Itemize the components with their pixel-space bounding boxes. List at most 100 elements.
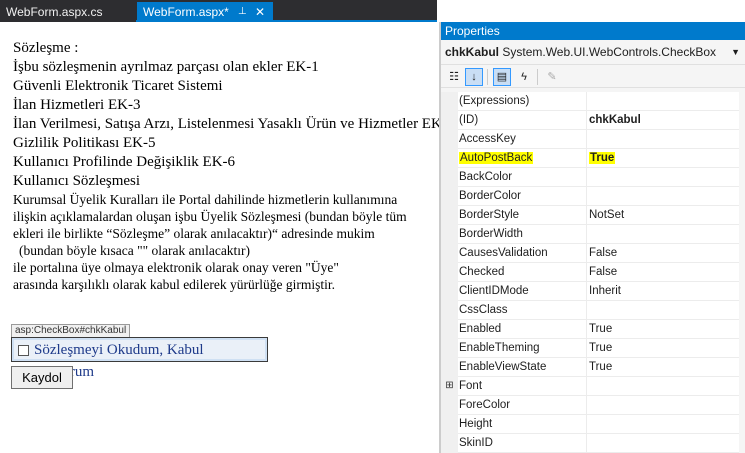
tab-webform-cs[interactable]: WebForm.aspx.cs	[0, 2, 136, 22]
events-icon[interactable]: ϟ	[515, 68, 533, 86]
property-row[interactable]: EnableViewState True	[441, 358, 745, 377]
toolbar-separator	[537, 69, 538, 85]
property-row-font[interactable]: ⊞ Font	[441, 377, 745, 396]
property-row[interactable]: (ID) chkKabul	[441, 111, 745, 130]
row-gutter	[441, 301, 458, 320]
row-gutter	[441, 225, 458, 244]
property-grid-scrollbar[interactable]	[739, 92, 745, 453]
property-name: CssClass	[459, 301, 587, 320]
designer-surface[interactable]: Sözleşme : İşbu sözleşmenin ayrılmaz par…	[0, 22, 440, 453]
property-name: BorderStyle	[459, 206, 587, 225]
property-name: ForeColor	[459, 396, 587, 415]
property-name: Height	[459, 415, 587, 434]
property-row[interactable]: SkinID	[441, 434, 745, 453]
row-gutter	[441, 187, 458, 206]
row-gutter	[441, 358, 458, 377]
text-line: Kurumsal Üyelik Kuralları ile Portal dah…	[13, 192, 398, 207]
text-line: Güvenli Elektronik Ticaret Sistemi	[13, 78, 223, 94]
property-value[interactable]: True	[589, 358, 739, 377]
property-value[interactable]	[589, 187, 739, 206]
property-value[interactable]: Inherit	[589, 282, 739, 301]
row-gutter	[441, 149, 458, 168]
text-line: İşbu sözleşmenin ayrılmaz parçası olan e…	[13, 59, 319, 75]
property-value[interactable]	[589, 415, 739, 434]
property-value[interactable]	[589, 225, 739, 244]
property-row[interactable]: ForeColor	[441, 396, 745, 415]
row-gutter	[441, 111, 458, 130]
toolbar-separator	[487, 69, 488, 85]
text-line: İlan Hizmetleri EK-3	[13, 97, 141, 113]
property-row[interactable]: BackColor	[441, 168, 745, 187]
property-name: BackColor	[459, 168, 587, 187]
property-name: Checked	[459, 263, 587, 282]
property-value[interactable]	[589, 434, 739, 453]
row-gutter	[441, 339, 458, 358]
text-line: (bundan böyle kısaca "" olarak anılacakt…	[19, 243, 251, 258]
property-row[interactable]: AccessKey	[441, 130, 745, 149]
document-text: Sözleşme : İşbu sözleşmenin ayrılmaz par…	[13, 39, 439, 293]
text-line: ekleri ile birlikte “Sözleşme” olarak an…	[13, 226, 375, 241]
object-name: chkKabul	[445, 45, 500, 59]
property-row[interactable]: BorderWidth	[441, 225, 745, 244]
kaydol-button[interactable]: Kaydol	[11, 366, 73, 389]
property-value[interactable]	[589, 168, 739, 187]
kabul-checkbox[interactable]: Sözleşmeyi Okudum, Kabul Ediyorum	[11, 337, 268, 380]
property-value[interactable]: False	[589, 263, 739, 282]
property-row[interactable]: Height	[441, 415, 745, 434]
property-pages-icon[interactable]: ✎	[543, 68, 561, 86]
property-value[interactable]	[589, 396, 739, 415]
property-name: BorderColor	[459, 187, 587, 206]
properties-title-bar: Properties	[441, 22, 745, 40]
text-line: arasında karşılıklı olarak kabul edilere…	[13, 277, 336, 292]
expand-plus-icon[interactable]: ⊞	[441, 377, 458, 396]
object-selector[interactable]: chkKabul System.Web.UI.WebControls.Check…	[441, 42, 745, 62]
property-name: ClientIDMode	[459, 282, 587, 301]
property-name: CausesValidation	[459, 244, 587, 263]
tab-webform-aspx[interactable]: WebForm.aspx* ⊥ ✕	[137, 2, 273, 22]
property-row[interactable]: ClientIDMode Inherit	[441, 282, 745, 301]
property-value[interactable]: True	[589, 149, 739, 168]
property-value[interactable]: NotSet	[589, 206, 739, 225]
property-row[interactable]: EnableTheming True	[441, 339, 745, 358]
property-value[interactable]	[589, 301, 739, 320]
property-row[interactable]: CausesValidation False	[441, 244, 745, 263]
property-name: EnableViewState	[459, 358, 587, 377]
property-value[interactable]: True	[589, 320, 739, 339]
text-line: ile portalına üye olmaya elektronik olar…	[13, 260, 339, 275]
tab-label: WebForm.aspx*	[143, 5, 229, 19]
property-row[interactable]: CssClass	[441, 301, 745, 320]
chevron-down-icon[interactable]: ▼	[731, 42, 740, 62]
property-grid: (Expressions) (ID) chkKabul AccessKey Au…	[441, 92, 745, 453]
close-icon[interactable]: ✕	[255, 2, 265, 22]
property-name: Font	[459, 377, 587, 396]
property-value[interactable]: True	[589, 339, 739, 358]
property-row-autopostback[interactable]: AutoPostBack True	[441, 149, 745, 168]
alphabetical-icon[interactable]: ↓	[465, 68, 483, 86]
property-row[interactable]: BorderColor	[441, 187, 745, 206]
properties-icon[interactable]: ▤	[493, 68, 511, 86]
property-name: Enabled	[459, 320, 587, 339]
property-value[interactable]: chkKabul	[589, 111, 739, 130]
pin-icon[interactable]: ⊥	[238, 2, 247, 22]
property-value[interactable]: False	[589, 244, 739, 263]
property-row[interactable]: Enabled True	[441, 320, 745, 339]
property-value[interactable]	[589, 377, 739, 396]
property-name: EnableTheming	[459, 339, 587, 358]
categorized-icon[interactable]: ☷	[445, 68, 463, 86]
text-line: Kullanıcı Profilinde Değişiklik EK-6	[13, 154, 236, 170]
highlighted-value: True	[589, 152, 616, 164]
property-name: (ID)	[459, 111, 587, 130]
row-gutter	[441, 92, 458, 111]
row-gutter	[441, 206, 458, 225]
property-value[interactable]	[589, 92, 739, 111]
property-row[interactable]: BorderStyle NotSet	[441, 206, 745, 225]
checkbox-square-icon[interactable]	[18, 345, 29, 356]
property-value[interactable]	[589, 130, 739, 149]
property-row[interactable]: Checked False	[441, 263, 745, 282]
row-gutter	[441, 263, 458, 282]
panel-title: Properties	[445, 24, 500, 38]
control-smart-tag: asp:CheckBox#chkKabul	[11, 324, 131, 337]
property-name: AutoPostBack	[459, 149, 587, 168]
highlighted-name: AutoPostBack	[459, 152, 534, 164]
property-row[interactable]: (Expressions)	[441, 92, 745, 111]
